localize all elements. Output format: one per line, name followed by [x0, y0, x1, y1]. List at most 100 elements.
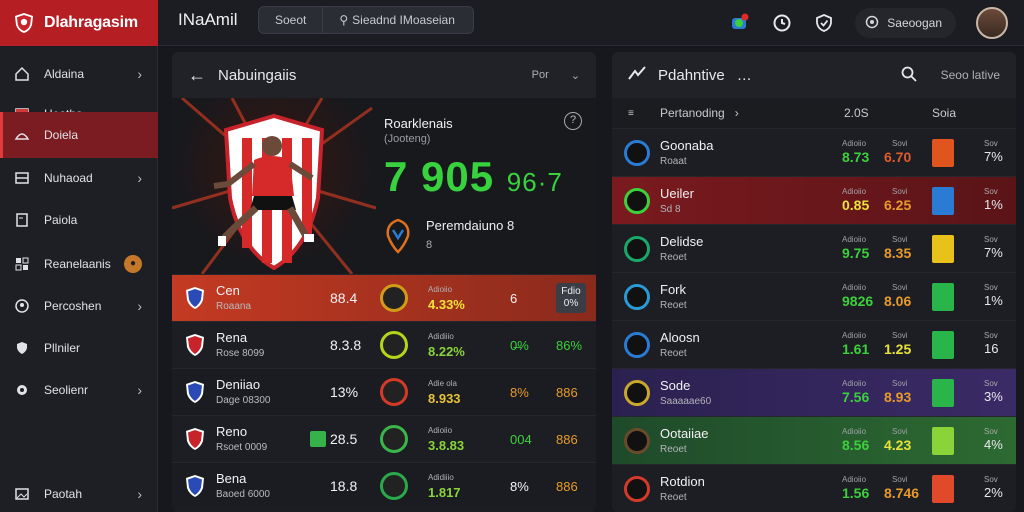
ranking-row[interactable]: Ueiler Sd 8 Adioiio 0.85 Sovi 6.25 Sov 1% [612, 176, 1016, 224]
avatar[interactable] [976, 7, 1008, 39]
more-dots-icon[interactable]: … [737, 67, 752, 84]
player-name: Roarklenais [384, 116, 453, 131]
ranking-row[interactable]: Sode Saaaaae60 Adioiio 7.56 Sovi 8.93 Sov 3% [612, 368, 1016, 416]
sidebar-item-2[interactable]: Doiela [0, 112, 158, 158]
back-arrow-icon[interactable]: ← [188, 65, 206, 86]
sidebar-item-0[interactable]: Aldaina › [0, 54, 158, 94]
ranking-row[interactable]: Fork Reoet Adioiio 9826 Sovi 8.06 Sov 1% [612, 272, 1016, 320]
metric-value: 9826 [842, 293, 874, 309]
ranking-row[interactable]: Aloosn Reoet Adioiio 1.61 Sovi 1.25 Sov 16 [612, 320, 1016, 368]
right-search[interactable]: Seoo lative [901, 66, 1000, 85]
shield-check-icon[interactable] [813, 12, 835, 34]
rank-tag-label: Fdio [561, 286, 581, 297]
col-performing[interactable]: Pertanoding [660, 106, 725, 120]
metric-label-2: Sovi [892, 139, 908, 148]
user-settings-icon [865, 15, 879, 32]
help-icon[interactable]: ? [564, 112, 582, 130]
metric-value: 0.85 [842, 197, 870, 213]
club-name: Delidse [660, 234, 704, 249]
stat-value: 4.33% [428, 297, 465, 312]
chevron-right-icon: › [734, 106, 739, 120]
table-row[interactable]: Deniiao Dage 08300 13% Adie ola 8.933 8% 886 [172, 368, 596, 415]
table-row[interactable]: Bena Baoed 6000 18.8 Adidiiio 1.817 8% 886 [172, 462, 596, 509]
sidebar-item-label: Nuhaoad [44, 171, 93, 185]
team-change: 0̶% [510, 337, 529, 353]
hero-card: Roarklenais (Jooteng) 7 905 96·7 Peremda… [172, 98, 596, 274]
tab-sort[interactable]: Soeot [259, 7, 324, 33]
search-tab[interactable]: ⚲ Sieadnd IMoaseian [323, 7, 473, 33]
score-bar [932, 331, 954, 359]
rank-tag[interactable]: Fdio 0% [556, 283, 586, 313]
metric-value-2: 8.06 [884, 293, 912, 309]
metric-value-2: 1.25 [884, 341, 912, 357]
table-row[interactable]: Rena Rose 8099 8.3.8 Adidiiio 8.22% 0̶% 86% [172, 321, 596, 368]
team-name: Bena [216, 471, 247, 486]
clock-icon[interactable] [771, 12, 793, 34]
metric-label: Adioiio [842, 139, 867, 148]
pct-value: 7% [984, 149, 1003, 164]
shield-icon [14, 340, 30, 356]
club-sub: Reoet [660, 492, 687, 503]
sidebar-item-8[interactable]: Seolienr › [0, 370, 158, 410]
user-menu[interactable]: Saeoogan [855, 8, 956, 38]
pct-label: Sov [984, 235, 998, 244]
club-name: Ootaiiae [660, 426, 709, 441]
metric-label: Adioiio [842, 331, 867, 340]
chevron-right-icon: › [137, 170, 142, 186]
pct-label: Sov [984, 283, 998, 292]
club-name: Fork [660, 282, 686, 297]
ranking-row[interactable]: Goonaba Roaat Adioiio 8.73 Sovi 6.70 Sov 7% [612, 128, 1016, 176]
team-score: 886 [556, 384, 578, 400]
metric-label-2: Sovi [892, 235, 908, 244]
metric-label: Adioiio [842, 475, 867, 484]
performance-value: 8 [426, 239, 433, 251]
team-sub: Rose 8099 [216, 348, 265, 359]
team-change: 6 [510, 290, 518, 306]
metric-value-2: 4.23 [884, 437, 912, 453]
chevron-down-icon: ⌄ [570, 69, 580, 82]
left-panel-filter[interactable]: Por ⌄ [532, 69, 580, 82]
col-time[interactable]: 2.0S [844, 106, 869, 120]
metric-value-2: 6.25 [884, 197, 912, 213]
brand[interactable]: Dlahragasim [0, 0, 158, 46]
score-bar [932, 235, 954, 263]
ranking-row[interactable]: Delidse Reoet Adioiio 9.75 Sovi 8.35 Sov 7% [612, 224, 1016, 272]
club-sub: Reoet [660, 444, 687, 455]
metric-label: Adioiio [842, 427, 867, 436]
stat-label: Adioiio [428, 285, 453, 294]
col-score[interactable]: Soia [932, 106, 956, 120]
team-badge-icon [380, 331, 408, 359]
club-name: Ueiler [660, 186, 694, 201]
stat-value: 3.8.83 [428, 438, 465, 453]
ranking-row[interactable]: Ootaiiae Reoet Adioiio 8.56 Sovi 4.23 Sov 4% [612, 416, 1016, 464]
player-illustration [172, 98, 376, 274]
club-name: Rotdion [660, 474, 705, 489]
sidebar-item-7[interactable]: Pllniler [0, 328, 158, 368]
sidebar-item-6[interactable]: Percoshen › [0, 286, 158, 326]
top-bar: Dlahragasim INaAmil Soeot ⚲ Sieadnd IMoas… [0, 0, 1024, 46]
table-row[interactable]: Reno Rsoet 0009 28.5 Adioiio 3.8.83 004 886 [172, 415, 596, 462]
team-value: 8.3.8 [330, 337, 362, 353]
sidebar-item-4[interactable]: Paiola [0, 200, 158, 240]
club-sub: Reoet [660, 348, 687, 359]
club-sub: Roaat [660, 156, 687, 167]
gear-icon [14, 382, 30, 398]
team-name: Reno [216, 424, 248, 439]
pct-label: Sov [984, 139, 998, 148]
sidebar-item-9[interactable]: Paotah › [0, 474, 158, 512]
score-bar [932, 475, 954, 503]
trend-icon [628, 65, 646, 85]
notifications-icon[interactable] [729, 12, 751, 34]
table-row[interactable]: Cen Roaana 88.4 Adioiio 4.33% 6 Fdio 0% [172, 274, 596, 321]
club-sub: Reoet [660, 252, 687, 263]
sidebar-item-3[interactable]: Nuhaoad › [0, 158, 158, 198]
chart-icon [14, 127, 30, 143]
metric-label: Adioiio [842, 379, 867, 388]
team-value: 88.4 [330, 290, 358, 306]
pct-value: 7% [984, 245, 1003, 260]
sidebar-item-5[interactable]: Reanelaanis ● [0, 244, 158, 284]
ranking-list: Goonaba Roaat Adioiio 8.73 Sovi 6.70 Sov 7% Ueil… [612, 128, 1016, 512]
club-logo-icon [624, 188, 650, 214]
chevron-right-icon: › [137, 298, 142, 314]
ranking-row[interactable]: Rotdion Reoet Adioiio 1.56 Sovi 8.746 Sov 2% [612, 464, 1016, 512]
